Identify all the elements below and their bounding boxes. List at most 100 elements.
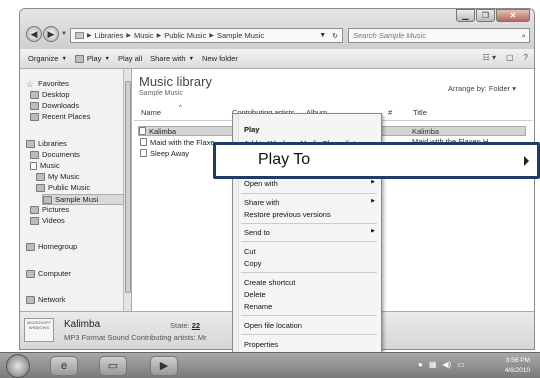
- menu-label: Share with: [244, 198, 280, 207]
- play-all-button[interactable]: Play all: [118, 54, 142, 63]
- forward-arrow-icon[interactable]: ▶: [43, 26, 59, 42]
- breadcrumb-separator-icon[interactable]: ▶: [209, 32, 214, 39]
- new-folder-button[interactable]: New folder: [202, 54, 238, 63]
- volume-icon[interactable]: ◀): [442, 360, 451, 369]
- nav-favorites[interactable]: ☆ Favorites: [26, 79, 69, 88]
- recent-places-icon: [30, 112, 39, 121]
- nav-computer[interactable]: Computer: [26, 269, 71, 278]
- menu-item-open-file-location[interactable]: Open file location: [244, 321, 377, 330]
- column-header-title[interactable]: Title: [413, 108, 427, 117]
- clock[interactable]: 3:56 PM 4/6/2010: [505, 356, 530, 376]
- address-dropdown-icon[interactable]: ▼: [319, 32, 326, 40]
- homegroup-icon: [26, 242, 35, 251]
- back-arrow-icon[interactable]: ◀: [26, 26, 42, 42]
- network-tray-icon[interactable]: ▦: [429, 360, 437, 369]
- title-bar: ▁ ❐ ✕ ◀ ▶ ▼ ▶ Libraries ▶ Music ▶ Public…: [20, 9, 534, 49]
- file-row-maid-with-the-flaxen-hair[interactable]: Maid with the Flaxe...: [140, 137, 221, 147]
- computer-icon: [26, 269, 35, 278]
- preview-pane-icon[interactable]: ▢: [506, 53, 514, 62]
- menu-item-copy[interactable]: Copy: [244, 259, 377, 268]
- scrollbar-thumb[interactable]: [125, 81, 131, 293]
- nav-pictures[interactable]: Pictures: [30, 205, 69, 214]
- refresh-icon[interactable]: ↻: [332, 32, 338, 40]
- battery-icon[interactable]: ▭: [457, 360, 465, 369]
- network-icon: [26, 295, 35, 304]
- libraries-icon: [26, 139, 35, 148]
- breadcrumb-separator-icon[interactable]: ▶: [126, 32, 131, 39]
- details-type-value: MP3 Format Sound: [64, 333, 130, 342]
- menu-item-restore-previous-versions[interactable]: Restore previous versions: [244, 210, 377, 219]
- maximize-button[interactable]: ❐: [476, 9, 495, 22]
- folder-icon: [43, 195, 52, 204]
- chevron-down-icon[interactable]: ▾: [512, 84, 516, 93]
- address-bar[interactable]: ▶ Libraries ▶ Music ▶ Public Music ▶ Sam…: [70, 28, 343, 43]
- menu-item-send-to[interactable]: Send to ▶: [244, 228, 377, 237]
- menu-item-create-shortcut[interactable]: Create shortcut: [244, 278, 377, 287]
- audio-file-icon: [140, 138, 147, 146]
- close-button[interactable]: ✕: [496, 9, 530, 22]
- nav-scrollbar[interactable]: [124, 69, 132, 311]
- start-button[interactable]: [6, 354, 30, 378]
- chevron-down-icon: ▼: [104, 55, 110, 62]
- details-file-name: Kalimba: [64, 319, 101, 330]
- internet-explorer-icon[interactable]: e: [50, 356, 78, 376]
- recent-pages-dropdown-icon[interactable]: ▼: [61, 31, 67, 37]
- search-input[interactable]: Search Sample Music ⌕: [348, 28, 530, 43]
- organize-button[interactable]: Organize ▼: [28, 54, 67, 63]
- nav-network[interactable]: Network: [26, 295, 66, 304]
- breadcrumb-sample-music[interactable]: Sample Music: [217, 31, 264, 40]
- folder-icon: [36, 172, 45, 181]
- nav-documents[interactable]: Documents: [30, 150, 80, 159]
- menu-item-properties[interactable]: Properties: [244, 340, 377, 349]
- search-icon[interactable]: ⌕: [522, 29, 526, 42]
- file-row-sleep-away[interactable]: Sleep Away: [140, 148, 189, 158]
- breadcrumb-separator-icon[interactable]: ▶: [157, 32, 162, 39]
- media-player-icon[interactable]: ▶: [150, 356, 178, 376]
- change-view-icon[interactable]: ☷ ▾: [483, 53, 496, 62]
- minimize-button[interactable]: ▁: [456, 9, 475, 22]
- details-artists-value[interactable]: Mr: [198, 333, 207, 342]
- play-button[interactable]: Play ▼: [74, 54, 110, 63]
- play-label: Play: [86, 54, 102, 63]
- breadcrumb-music[interactable]: Music: [134, 31, 154, 40]
- nav-music[interactable]: Music: [30, 161, 60, 170]
- menu-item-delete[interactable]: Delete: [244, 290, 377, 299]
- menu-item-open-with[interactable]: Open with ▶: [244, 179, 377, 188]
- details-file-type: MP3 Format Sound Contributing artists: M…: [64, 333, 207, 342]
- navigation-buttons: ◀ ▶ ▼: [26, 26, 67, 42]
- play-to-label: Play To: [258, 151, 311, 168]
- nav-desktop[interactable]: Desktop: [30, 90, 70, 99]
- nav-downloads[interactable]: Downloads: [30, 101, 79, 110]
- menu-item-cut[interactable]: Cut: [244, 247, 377, 256]
- nav-public-music[interactable]: Public Music: [36, 183, 90, 192]
- taskbar: e ▭ ▶ ● ▦ ◀) ▭ 3:56 PM 4/6/2010: [0, 352, 540, 378]
- submenu-arrow-icon: ▶: [371, 228, 375, 234]
- nav-libraries[interactable]: Libraries: [26, 139, 67, 148]
- menu-item-share-with[interactable]: Share with ▶: [244, 198, 377, 207]
- menu-item-rename[interactable]: Rename: [244, 302, 377, 311]
- menu-separator: [241, 315, 377, 316]
- library-subtitle[interactable]: Sample Music: [139, 90, 183, 97]
- action-center-icon[interactable]: ●: [418, 360, 423, 369]
- nav-homegroup[interactable]: Homegroup: [26, 242, 77, 251]
- nav-sample-music[interactable]: Sample Musi: [42, 194, 124, 205]
- nav-label: Favorites: [38, 79, 69, 88]
- help-icon[interactable]: ?: [524, 53, 528, 62]
- nav-my-music[interactable]: My Music: [36, 172, 80, 181]
- arrange-by: Arrange by: Folder ▾: [448, 84, 516, 93]
- breadcrumb-libraries[interactable]: Libraries: [95, 31, 124, 40]
- breadcrumb-public-music[interactable]: Public Music: [164, 31, 206, 40]
- share-with-button[interactable]: Share with ▼: [150, 54, 194, 63]
- windows-explorer-icon[interactable]: ▭: [99, 356, 127, 376]
- nav-videos[interactable]: Videos: [30, 216, 65, 225]
- menu-item-play[interactable]: Play: [244, 125, 377, 134]
- column-header-number[interactable]: #: [388, 108, 392, 117]
- arrange-value[interactable]: Folder: [489, 84, 510, 93]
- navigation-pane: ☆ Favorites Desktop Downloads Recent Plac…: [20, 69, 124, 311]
- nav-recent-places[interactable]: Recent Places: [30, 112, 90, 121]
- column-header-name[interactable]: Name: [141, 108, 161, 117]
- menu-item-play-to[interactable]: Play To: [213, 142, 540, 179]
- breadcrumb-separator-icon[interactable]: ▶: [87, 32, 92, 39]
- address-tools: ▼ ↻: [319, 32, 342, 40]
- folder-icon: [36, 183, 45, 192]
